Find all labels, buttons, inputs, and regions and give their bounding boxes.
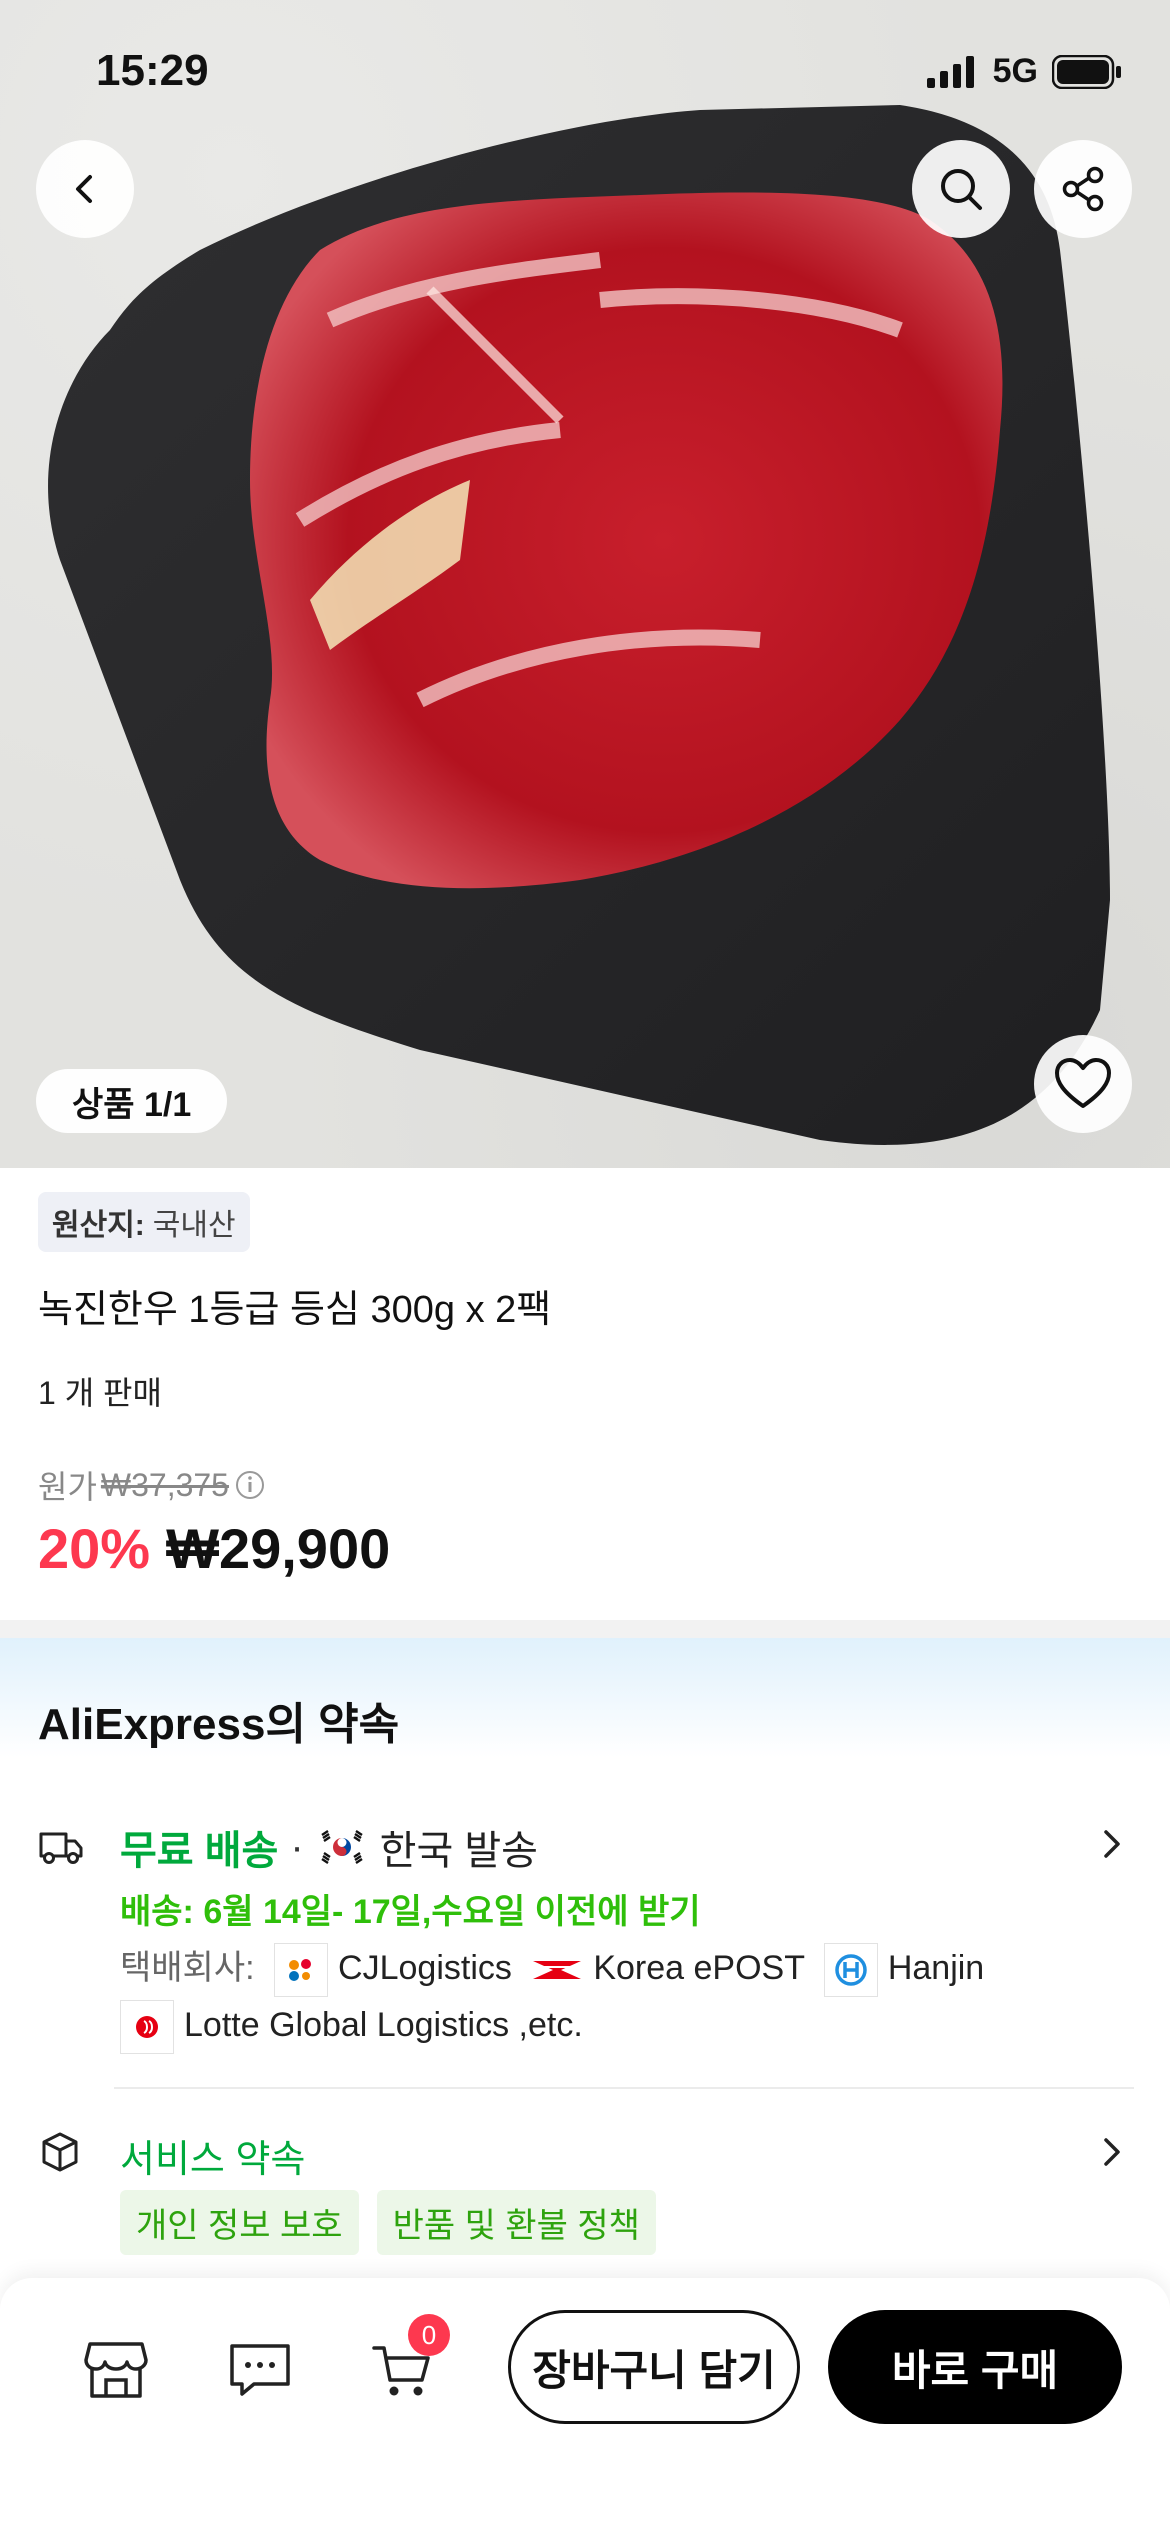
discount-percent: 20% [38,1517,151,1580]
carrier-lotte: Lotte Global Logistics ,etc. [184,2006,583,2045]
chat-button[interactable] [220,2330,300,2410]
original-price: 원가 ₩37,375 [38,1462,267,1508]
product-image[interactable]: 15:29 5G 상품 1/1 [0,0,1170,1168]
chevron-right-icon[interactable] [1098,1824,1126,1864]
search-icon [941,169,982,210]
delivery-date: 배송: 6월 14일- 17일,수요일 이전에 받기 [120,1893,701,1931]
info-icon[interactable] [233,1468,267,1502]
price-row: 20% ₩29,900 [38,1516,390,1581]
service-promise-row[interactable]: 서비스 약속 [120,2128,305,2183]
carrier-hanjin: Hanjin [887,1949,985,1987]
carrier-korea-post: Korea ePOST [593,1949,805,1987]
truck-icon [39,1832,83,1864]
image-counter: 상품 1/1 [36,1069,228,1133]
signal-icon [926,55,974,88]
heart-icon [1055,1058,1111,1108]
battery-icon [1052,54,1121,89]
origin-label: 원산지: [52,1209,145,1242]
network-type: 5G [992,52,1038,90]
shield-box-icon [42,2132,78,2172]
lotte-logo-icon [120,2000,174,2055]
add-to-cart-button[interactable]: 장바구니 담기 [508,2310,800,2424]
ship-origin: 한국 발송 [379,1829,538,1873]
original-price-value: ₩37,375 [100,1466,229,1503]
back-icon [76,175,92,203]
original-price-label: 원가 [38,1469,97,1505]
share-button[interactable] [1034,140,1132,238]
shipping-row[interactable]: 무료 배송 · 한국 발송 [120,1818,538,1876]
carriers-label: 택배회사: [120,1949,255,1987]
origin-value: 국내산 [152,1209,236,1242]
sold-count: 1 개 판매 [38,1375,162,1411]
store-icon [84,2342,148,2398]
sale-price: ₩29,900 [166,1517,391,1580]
cart-count-badge: 0 [408,2314,450,2356]
korea-flag-icon [315,1828,368,1866]
origin-badge: 원산지: 국내산 [38,1192,250,1252]
cj-logo-icon [274,1943,329,1998]
carrier-cj: CJLogistics [338,1949,512,1987]
hanjin-logo-icon [823,1943,878,1998]
row-divider [114,2087,1134,2089]
separator-dot: · [290,1824,304,1869]
buy-now-button[interactable]: 바로 구매 [828,2310,1122,2424]
status-time: 15:29 [96,46,209,95]
back-button[interactable] [36,140,134,238]
section-divider [0,1620,1170,1638]
search-button[interactable] [912,140,1010,238]
status-indicators: 5G [926,52,1122,91]
store-button[interactable] [76,2330,156,2410]
free-shipping-label: 무료 배송 [120,1829,279,1873]
wishlist-button[interactable] [1034,1035,1132,1133]
chat-icon [230,2344,290,2396]
product-title: 녹진한우 1등급 등심 300g x 2팩 [38,1289,552,1331]
promise-title: AliExpress의 약속 [38,1700,400,1749]
korea-post-logo-icon [531,1944,584,1997]
service-tags: 개인 정보 보호 반품 및 환불 정책 [120,2190,656,2255]
tag-refund-policy: 반품 및 환불 정책 [376,2190,656,2255]
carriers-list: 택배회사: CJLogistics Korea ePOST Hanjin Lot… [120,1940,1080,2055]
tag-privacy: 개인 정보 보호 [120,2190,359,2255]
chevron-right-icon[interactable] [1098,2132,1126,2172]
share-icon [1062,166,1104,212]
